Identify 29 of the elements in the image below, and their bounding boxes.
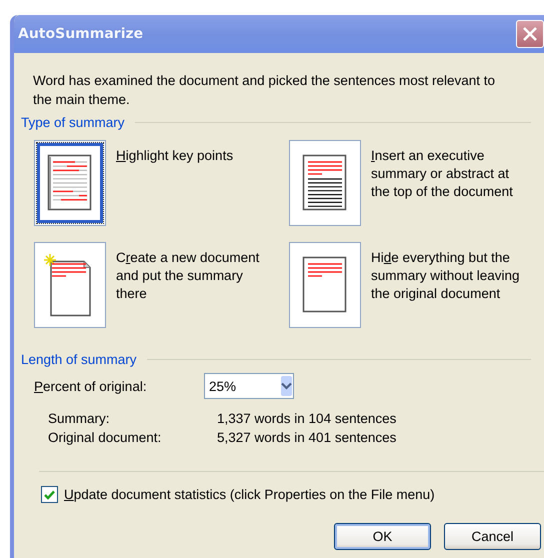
option-label: Hide everything but the summary without leaving the original document [371, 249, 521, 303]
document-icon [302, 154, 348, 212]
checkbox-label: Update document statistics (click Properties on the File menu) [64, 487, 435, 502]
close-button[interactable] [516, 20, 544, 48]
dialog-button[interactable]: OK [334, 523, 431, 550]
checkmark-icon [44, 490, 55, 500]
document-icon [302, 256, 348, 314]
summary-type-button[interactable] [34, 242, 106, 328]
chevron-down-icon [281, 382, 292, 390]
document-icon [47, 154, 93, 212]
group-heading: Type of summary [21, 115, 125, 130]
close-icon [522, 26, 538, 42]
stat-value: 1,337 words in 104 sentences [217, 410, 398, 428]
stat-label: Original document: [48, 429, 162, 447]
option-label: Highlight key points [116, 147, 234, 165]
percent-dropdown[interactable]: 25% [204, 373, 294, 399]
summary-type-button[interactable] [289, 140, 361, 226]
field-label: Percent of original: [34, 378, 148, 394]
stat-value: 5,327 words in 401 sentences [217, 429, 398, 447]
option-label: Create a new document and put the summary there [116, 249, 260, 303]
description-text: Word has examined the document and picked the sentences most relevant to the main theme. [33, 72, 496, 109]
dialog-button[interactable]: Cancel [444, 523, 541, 550]
summary-type-button[interactable] [289, 242, 361, 328]
summary-type-button[interactable] [34, 140, 106, 226]
checkbox[interactable] [41, 486, 58, 503]
stat-label: Summary: [48, 410, 111, 428]
window-title: AutoSummarize [18, 26, 144, 42]
option-label: Insert an executive summary or abstract at the top of the document [371, 147, 514, 201]
group-heading: Length of summary [21, 352, 137, 367]
